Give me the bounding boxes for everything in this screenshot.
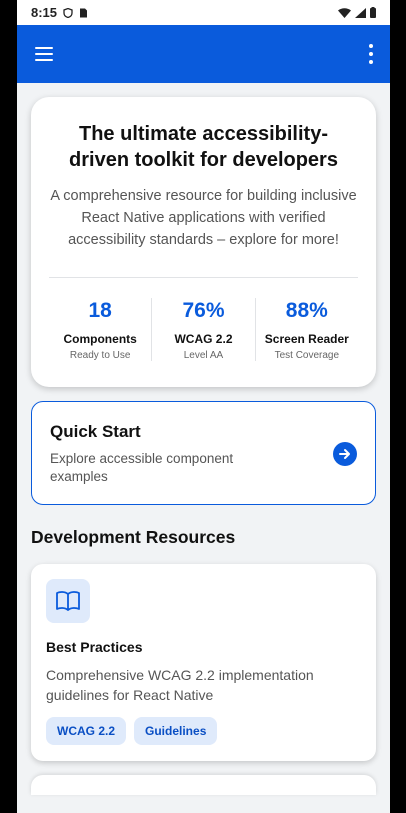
status-right-icons — [338, 7, 376, 18]
status-time: 8:15 — [31, 5, 58, 20]
stat-screen-reader: 88% Screen Reader Test Coverage — [254, 298, 358, 361]
stat-label: Components — [63, 332, 137, 346]
stat-sublabel: Test Coverage — [274, 350, 340, 361]
stat-label: WCAG 2.2 — [174, 332, 233, 346]
stat-value: 18 — [88, 299, 112, 322]
stat-sublabel: Level AA — [183, 350, 224, 361]
quick-start-card[interactable]: Quick Start Explore accessible component… — [31, 401, 376, 505]
main-content: The ultimate accessibility-driven toolki… — [17, 83, 390, 795]
hero-divider — [49, 277, 358, 278]
stat-value: 88% — [285, 299, 328, 322]
hero-card: The ultimate accessibility-driven toolki… — [31, 97, 376, 387]
sd-card-status-icon — [80, 8, 88, 17]
resource-title: Best Practices — [46, 639, 143, 655]
hero-title: The ultimate accessibility-driven toolki… — [69, 123, 338, 171]
tag-guidelines: Guidelines — [134, 717, 218, 745]
quick-start-text: Quick Start Explore accessible component… — [50, 422, 323, 486]
signal-icon — [355, 7, 366, 18]
book-icon — [46, 579, 90, 623]
menu-icon[interactable] — [35, 47, 53, 61]
stats-row: 18 Components Ready to Use 76% WCAG 2.2 … — [49, 298, 358, 361]
more-options-icon[interactable] — [366, 44, 376, 64]
app-screen: 8:15 The ultimate accessibility-driven t… — [17, 0, 390, 813]
quick-start-title: Quick Start — [50, 422, 141, 441]
tag-wcag: WCAG 2.2 — [46, 717, 127, 745]
resource-tags: WCAG 2.2 Guidelines — [46, 717, 361, 745]
stat-wcag: 76% WCAG 2.2 Level AA — [151, 298, 254, 361]
stat-value: 76% — [182, 299, 225, 322]
wifi-icon — [338, 7, 351, 18]
battery-icon — [370, 7, 376, 18]
hero-description: A comprehensive resource for building in… — [50, 188, 357, 248]
resource-card-best-practices[interactable]: Best Practices Comprehensive WCAG 2.2 im… — [31, 564, 376, 761]
section-title: Development Resources — [31, 527, 236, 547]
arrow-right-icon[interactable] — [333, 442, 357, 466]
stat-components: 18 Components Ready to Use — [49, 298, 151, 361]
stat-label: Screen Reader — [264, 332, 349, 346]
next-resource-card[interactable] — [31, 775, 376, 795]
shield-status-icon — [63, 7, 73, 18]
quick-start-description: Explore accessible component examples — [50, 451, 234, 484]
resource-description: Comprehensive WCAG 2.2 implementation gu… — [46, 667, 314, 703]
stat-sublabel: Ready to Use — [69, 350, 131, 361]
app-bar — [17, 25, 390, 83]
status-bar: 8:15 — [17, 0, 390, 25]
